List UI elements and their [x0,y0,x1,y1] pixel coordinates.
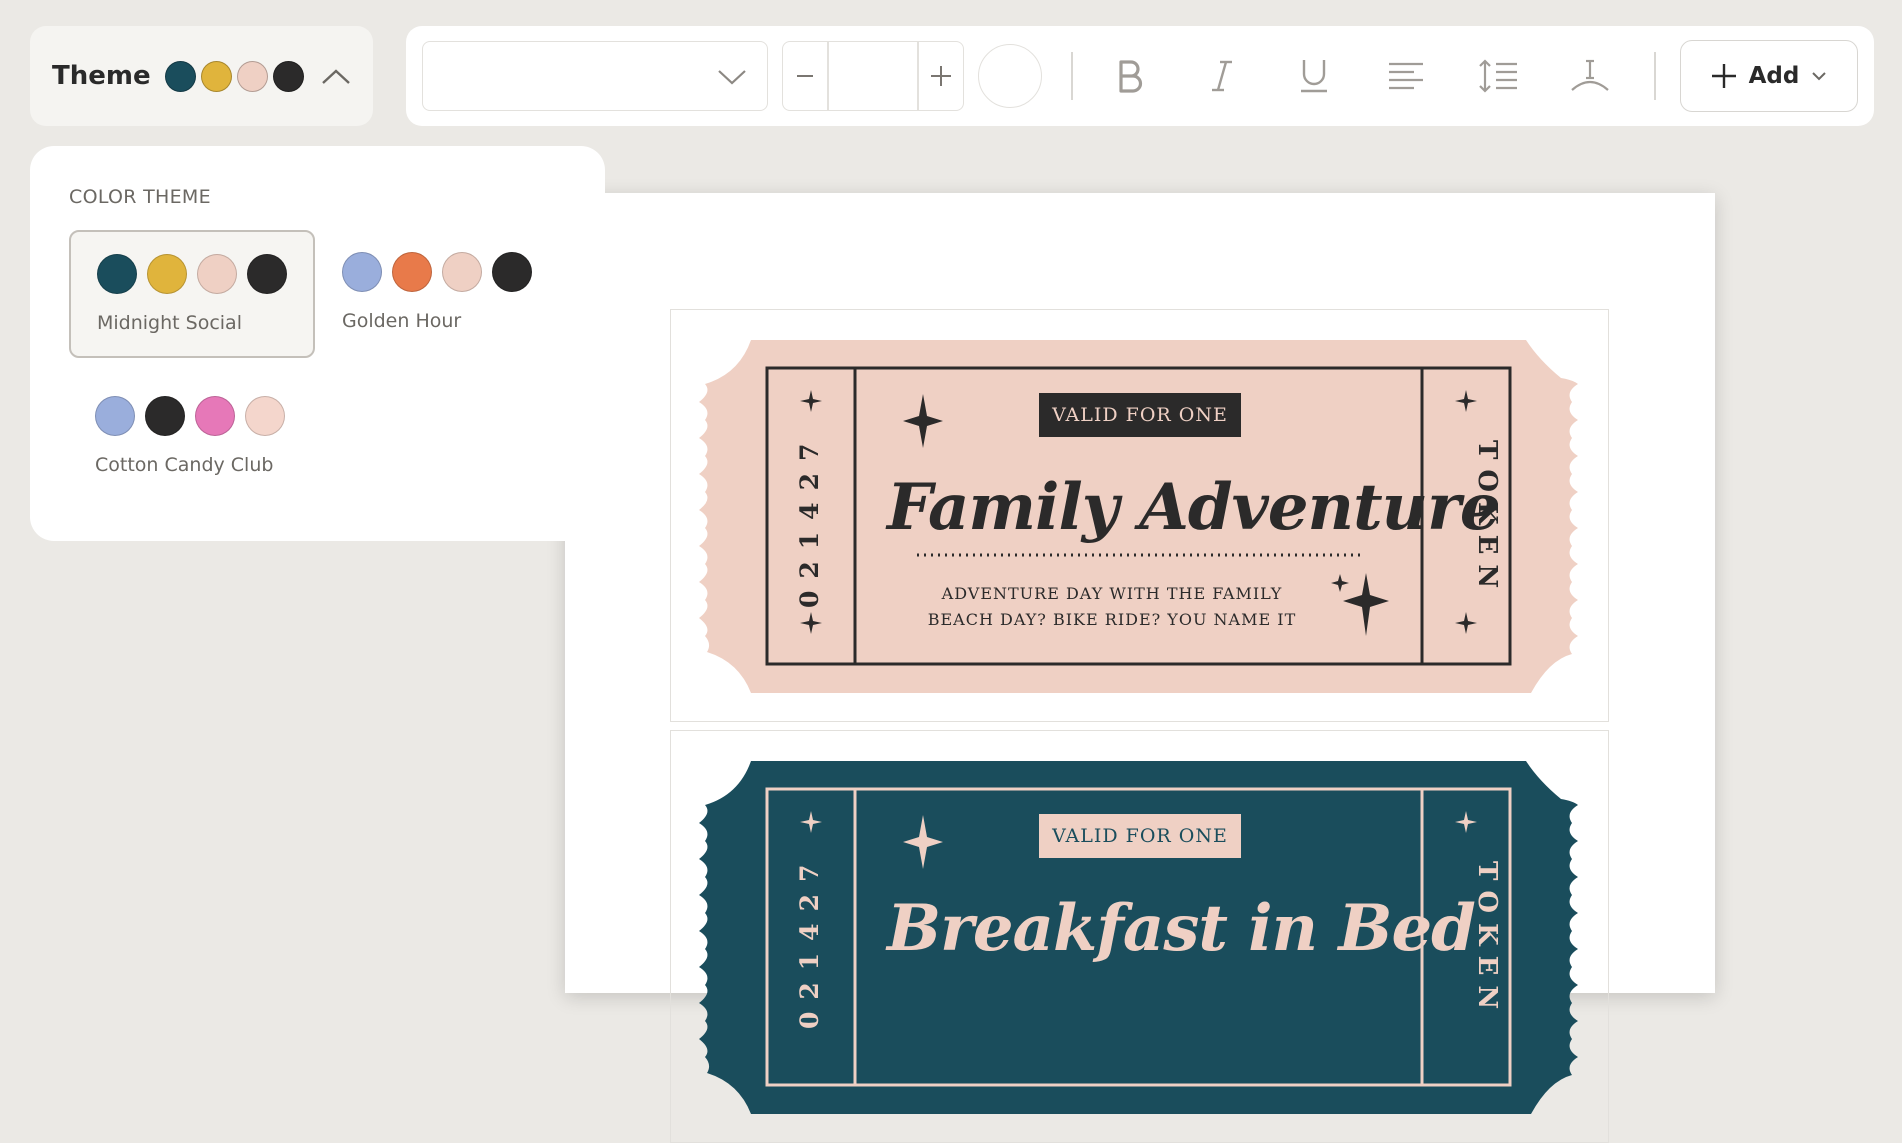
theme-color-2 [200,60,232,92]
bold-button[interactable] [1106,52,1154,100]
align-button[interactable] [1382,52,1430,100]
theme-swatch [145,396,185,436]
theme-color-3 [236,60,268,92]
curved-text-icon [1571,59,1609,91]
theme-selector[interactable]: Theme [30,26,373,126]
design-canvas[interactable]: 021427 TOKEN VALID FOR ONE Family Advent… [565,193,1715,1143]
decrease-size-button[interactable] [783,42,827,110]
plus-icon [1711,64,1736,88]
theme-swatch [195,396,235,436]
theme-color-1 [164,60,196,92]
ticket-card-family-adventure[interactable]: 021427 TOKEN VALID FOR ONE Family Advent… [670,309,1609,722]
minus-icon [797,75,813,77]
ticket-serial-number: 021427 [795,431,824,609]
chevron-down-icon [718,70,746,85]
underline-button[interactable] [1290,52,1338,100]
valid-badge: VALID FOR ONE [1039,814,1241,858]
align-left-icon [1389,62,1423,90]
theme-swatch [97,254,137,294]
chevron-down-icon [1812,72,1827,81]
ticket-subtitle-line2: BEACH DAY? BIKE RIDE? YOU NAME IT [927,610,1297,629]
ticket-card-breakfast-in-bed[interactable]: 021427 TOKEN VALID FOR ONE Breakfast in … [670,730,1609,1143]
ticket-subtitle-line1: ADVENTURE DAY WITH THE FAMILY [941,584,1283,603]
plus-icon [931,66,951,86]
toolbar-divider [1654,52,1656,100]
text-color-picker[interactable] [978,44,1042,108]
panel-title: COLOR THEME [69,186,211,208]
theme-swatch [95,396,135,436]
add-button[interactable]: Add [1680,40,1858,112]
theme-option-cotton-candy-club[interactable]: Cotton Candy Club [69,374,315,502]
line-spacing-button[interactable] [1474,52,1522,100]
theme-swatch [492,252,532,292]
line-spacing-icon [1479,59,1517,93]
ticket-title: Family Adventure [887,470,1501,545]
theme-swatch [342,252,382,292]
italic-button[interactable] [1198,52,1246,100]
theme-option-midnight-social[interactable]: Midnight Social [69,230,315,358]
ticket-serial-number: 021427 [795,852,824,1030]
theme-color-4 [272,60,304,92]
theme-swatch [392,252,432,292]
underline-icon [1301,60,1327,93]
theme-option-golden-hour[interactable]: Golden Hour [321,230,567,358]
theme-label: Theme [52,61,151,91]
theme-swatch [147,254,187,294]
theme-swatch [442,252,482,292]
increase-size-button[interactable] [919,42,963,110]
theme-swatch [245,396,285,436]
curve-text-button[interactable] [1566,52,1614,100]
theme-option-label: Golden Hour [342,310,462,332]
ticket-title: Breakfast in Bed [887,891,1476,966]
theme-swatch [197,254,237,294]
toolbar: Add [406,26,1874,126]
bold-icon [1119,60,1143,93]
font-size-stepper[interactable] [782,41,964,111]
add-label: Add [1748,63,1800,89]
italic-icon [1212,60,1232,92]
color-theme-panel: COLOR THEME Midnight Social Golden Hour … [30,146,605,541]
font-family-select[interactable] [422,41,768,111]
theme-swatch [247,254,287,294]
toolbar-divider [1071,52,1073,100]
theme-option-label: Midnight Social [97,312,242,334]
chevron-up-icon[interactable] [321,67,351,85]
theme-option-label: Cotton Candy Club [95,454,274,476]
valid-badge: VALID FOR ONE [1039,393,1241,437]
